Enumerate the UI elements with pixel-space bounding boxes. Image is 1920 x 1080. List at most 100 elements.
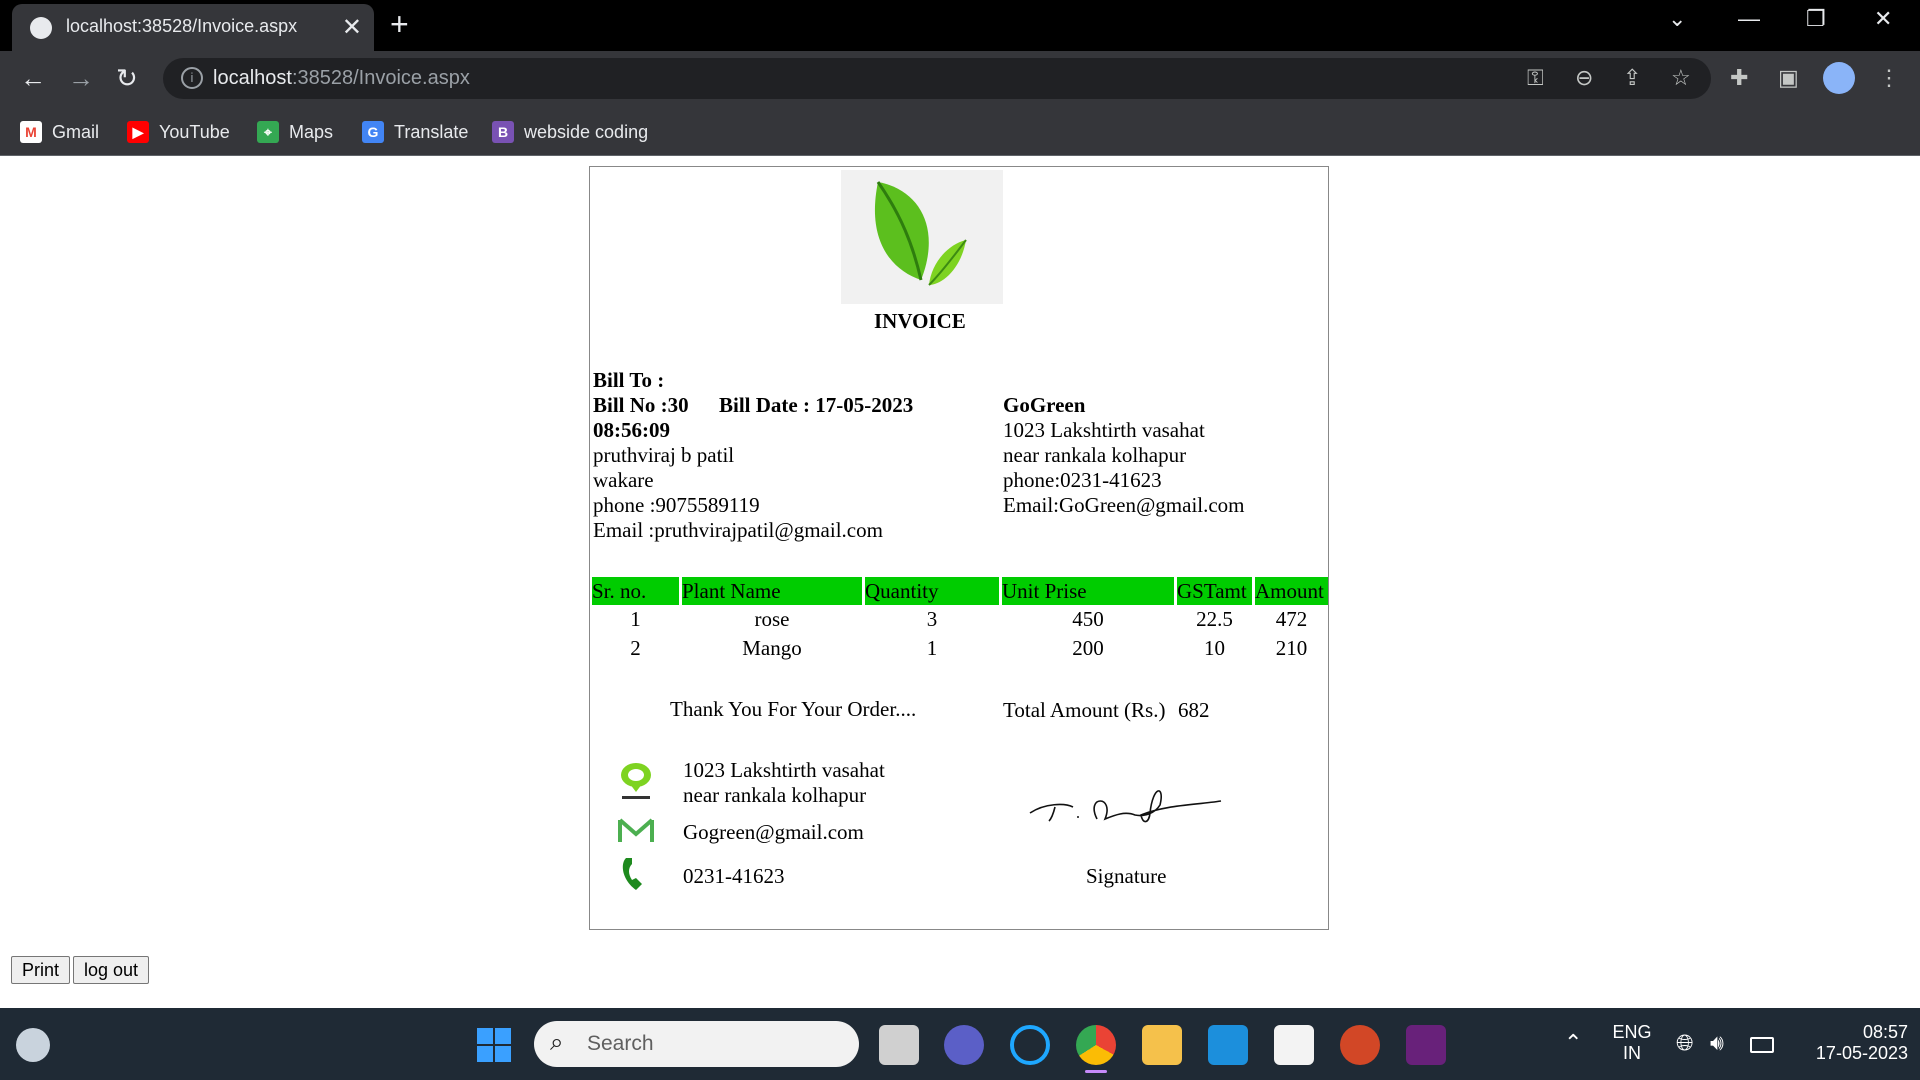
bookmark-label: Maps: [289, 121, 334, 142]
battery-icon[interactable]: [1750, 1037, 1774, 1053]
share-icon[interactable]: ⇪: [1623, 65, 1641, 91]
language-indicator[interactable]: ENG IN: [1604, 1022, 1660, 1064]
table-cell: rose: [754, 607, 790, 631]
bookmark-label: YouTube: [159, 121, 230, 142]
table-row: 2 Mango 1 200 10 210: [592, 636, 1328, 664]
chat-icon[interactable]: [944, 1025, 984, 1065]
column-header-gstamt: GSTamt: [1177, 577, 1252, 605]
clock[interactable]: 08:57 17-05-2023: [1792, 1022, 1908, 1064]
new-tab-button[interactable]: +: [390, 6, 409, 43]
column-header-unit-prise: Unit Prise: [1002, 577, 1174, 605]
bill-to-label: Bill To :: [593, 368, 665, 392]
bill-number: Bill No :30: [593, 393, 689, 417]
table-cell: 3: [926, 607, 938, 631]
tab-title: localhost:38528/Invoice.aspx: [66, 16, 298, 36]
print-button[interactable]: Print: [11, 956, 71, 984]
task-view-icon[interactable]: [879, 1025, 919, 1065]
signature-label: Signature: [1086, 864, 1167, 888]
forward-button[interactable]: →: [68, 63, 94, 94]
customer-email: Email :pruthvirajpatil@gmail.com: [593, 518, 883, 542]
reload-button[interactable]: ↻: [116, 63, 138, 94]
language-line2: IN: [1623, 1043, 1641, 1063]
bookmark-gmail[interactable]: M Gmail: [20, 114, 99, 150]
logout-button[interactable]: log out: [73, 956, 150, 984]
bookmark-youtube[interactable]: ▶ YouTube: [127, 114, 230, 150]
bookmark-label: Translate: [394, 121, 469, 142]
search-placeholder: Search: [587, 1032, 654, 1055]
table-cell: 472: [1275, 607, 1308, 631]
address-bar[interactable]: i localhost:38528/Invoice.aspx: [163, 58, 1711, 99]
bookmark-translate[interactable]: G Translate: [362, 114, 468, 150]
translate-icon: G: [362, 121, 384, 143]
weather-icon[interactable]: [16, 1028, 50, 1062]
bookmark-webside-coding[interactable]: Bwebside coding: [492, 114, 648, 150]
footer-phone: 0231-41623: [683, 864, 785, 888]
gmail-icon: M: [20, 121, 42, 143]
company-address-line1: 1023 Lakshtirth vasahat: [1003, 418, 1205, 442]
phone-icon: [620, 856, 650, 892]
table-cell: 1: [630, 607, 641, 631]
thank-you-message: Thank You For Your Order....: [670, 697, 917, 721]
table-cell: Mango: [742, 636, 802, 660]
chrome-icon[interactable]: [1076, 1025, 1116, 1065]
network-icon[interactable]: 🌐︎: [1676, 1030, 1694, 1056]
invoice-heading: INVOICE: [874, 309, 966, 333]
table-cell: 450: [1072, 607, 1104, 631]
company-email: Email:GoGreen@gmail.com: [1003, 493, 1245, 517]
language-line1: ENG: [1612, 1022, 1652, 1042]
file-explorer-icon[interactable]: [1142, 1025, 1182, 1065]
table-header: Sr. no. Plant Name Quantity Unit Prise G…: [592, 577, 1328, 605]
url-path: :38528/Invoice.aspx: [291, 67, 470, 89]
cortana-icon[interactable]: [1010, 1025, 1050, 1065]
show-hidden-icons-chevron-icon[interactable]: ⌃: [1564, 1030, 1582, 1056]
info-icon[interactable]: i: [181, 67, 203, 89]
maps-icon: ⌖: [257, 121, 279, 143]
bill-time: 08:56:09: [593, 418, 670, 442]
restore-button[interactable]: ❐: [1806, 6, 1826, 32]
column-header-sr-no: Sr. no.: [592, 577, 679, 605]
profile-avatar[interactable]: [1823, 62, 1855, 94]
column-header-quantity: Quantity: [865, 577, 999, 605]
visual-studio-icon[interactable]: [1406, 1025, 1446, 1065]
footer-address-line1: 1023 Lakshtirth vasahat: [683, 758, 885, 782]
browser-tab[interactable]: localhost:38528/Invoice.aspx ✕: [12, 4, 374, 51]
youtube-icon: ▶: [127, 121, 149, 143]
table-cell: 2: [630, 636, 641, 660]
bootstrap-icon: B: [492, 121, 514, 143]
company-phone: phone:0231-41623: [1003, 468, 1162, 492]
zoom-icon[interactable]: ⊖: [1575, 65, 1593, 91]
location-pin-icon: [618, 760, 654, 800]
side-panel-icon[interactable]: ▣: [1778, 65, 1799, 91]
star-icon[interactable]: ☆: [1671, 65, 1691, 91]
total-amount-value: 682: [1178, 698, 1210, 722]
key-icon[interactable]: ⚿: [1527, 65, 1544, 91]
column-header-plant-name: Plant Name: [682, 577, 862, 605]
windows-start-icon[interactable]: [476, 1027, 512, 1063]
microsoft-store-icon[interactable]: [1274, 1025, 1314, 1065]
close-icon[interactable]: ✕: [342, 13, 362, 42]
url-host: localhost: [213, 67, 292, 89]
url-text[interactable]: localhost:38528/Invoice.aspx: [213, 67, 470, 90]
volume-icon[interactable]: 🔊︎: [1710, 1030, 1724, 1056]
bookmark-maps[interactable]: ⌖ Maps: [257, 114, 333, 150]
window-close-button[interactable]: ✕: [1874, 6, 1892, 32]
myhp-icon[interactable]: [1208, 1025, 1248, 1065]
powerpoint-icon[interactable]: [1340, 1025, 1380, 1065]
search-icon: ⌕: [550, 1029, 564, 1056]
bookmark-label: Gmail: [52, 121, 100, 142]
clock-time: 08:57: [1862, 1022, 1908, 1042]
back-button[interactable]: ←: [20, 63, 46, 94]
minimize-button[interactable]: —: [1738, 6, 1760, 32]
company-name: GoGreen: [1003, 393, 1086, 417]
footer-email: Gogreen@gmail.com: [683, 820, 864, 844]
extensions-icon[interactable]: ✚: [1730, 65, 1748, 91]
customer-name: pruthviraj b patil: [593, 443, 735, 467]
taskbar-search[interactable]: ⌕ Search: [534, 1021, 859, 1067]
menu-icon[interactable]: ⋮: [1878, 65, 1900, 91]
tab-search-icon[interactable]: ⌄: [1668, 6, 1686, 32]
table-cell: 10: [1204, 636, 1225, 660]
bill-date: Bill Date : 17-05-2023: [719, 393, 914, 417]
leaf-logo: [841, 170, 1003, 304]
globe-icon: [30, 17, 52, 39]
customer-address: wakare: [593, 468, 654, 492]
